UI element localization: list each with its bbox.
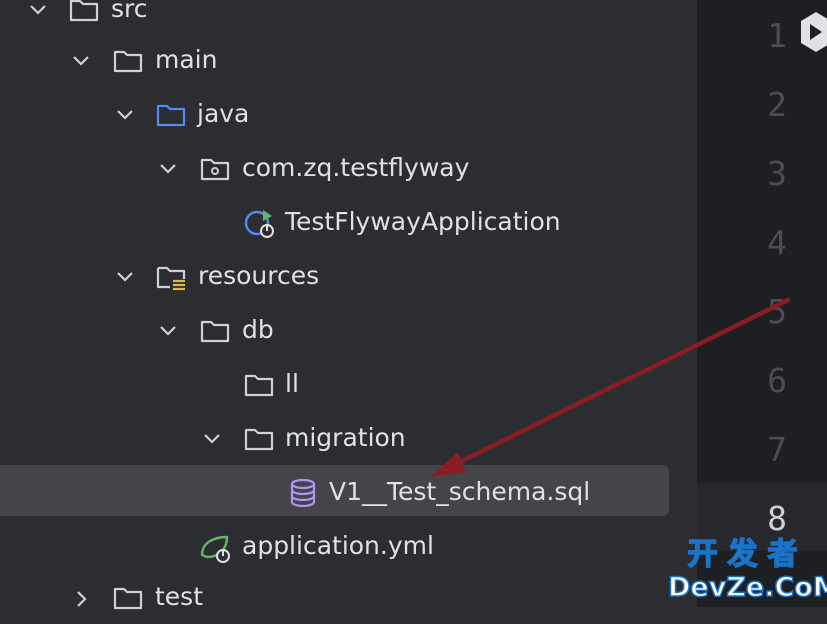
chevron-down-icon[interactable] (114, 265, 136, 287)
tree-row-java[interactable]: java (0, 87, 697, 141)
watermark-logo: 开发者 DevZe.CoM (667, 537, 827, 607)
chevron-down-icon[interactable] (201, 427, 223, 449)
tree-row-package[interactable]: com.zq.testflyway (0, 141, 697, 195)
tree-label-sql-file: V1__Test_schema.sql (329, 477, 591, 506)
spring-config-icon (200, 535, 230, 563)
line-number: 4 (767, 223, 787, 262)
package-icon (200, 158, 230, 181)
line-number-current: 8 (767, 499, 787, 538)
tree-label-app-class: TestFlywayApplication (285, 207, 561, 236)
line-number: 7 (767, 430, 787, 469)
chevron-down-icon[interactable] (157, 157, 179, 179)
chevron-down-icon[interactable] (27, 0, 49, 20)
folder-icon (244, 428, 274, 451)
project-tree-panel: src main java com.zq.testflyway TestFlyw… (0, 0, 697, 611)
watermark-bottom-text: DevZe.CoM (667, 571, 827, 604)
tree-row-test[interactable]: test (0, 570, 697, 624)
line-number: 2 (767, 85, 787, 124)
tree-row-app-class[interactable]: TestFlywayApplication (0, 195, 697, 249)
plugin-logo-icon (801, 12, 827, 52)
resources-folder-icon (156, 266, 186, 291)
folder-icon (69, 0, 99, 22)
tree-row-ll[interactable]: ll (0, 357, 697, 411)
tree-row-db[interactable]: db (0, 303, 697, 357)
tree-row-main[interactable]: main (0, 33, 697, 87)
tree-label-resources: resources (198, 261, 320, 290)
tree-row-migration[interactable]: migration (0, 411, 697, 465)
tree-row-application-yml[interactable]: application.yml (0, 519, 697, 573)
tree-row-src[interactable]: src (0, 0, 697, 36)
folder-icon (113, 587, 143, 610)
spring-boot-class-icon (244, 210, 274, 238)
line-number: 6 (767, 361, 787, 400)
tree-label-package: com.zq.testflyway (242, 153, 470, 182)
tree-row-sql-file[interactable]: V1__Test_schema.sql (0, 462, 697, 516)
tree-label-main: main (155, 45, 218, 74)
tree-label-db: db (242, 315, 274, 344)
tree-label-ll: ll (285, 369, 299, 398)
line-number: 3 (767, 154, 787, 193)
tree-label-java: java (197, 99, 250, 128)
chevron-down-icon[interactable] (70, 49, 92, 71)
tree-label-src: src (111, 0, 148, 23)
source-folder-icon (156, 104, 186, 127)
folder-icon (113, 50, 143, 73)
line-number: 5 (767, 292, 787, 331)
tree-label-test: test (155, 582, 204, 611)
chevron-down-icon[interactable] (157, 319, 179, 341)
folder-icon (200, 320, 230, 343)
folder-icon (244, 374, 274, 397)
tree-label-migration: migration (285, 423, 406, 452)
line-number: 1 (767, 16, 787, 55)
tree-row-resources[interactable]: resources (0, 249, 697, 303)
chevron-down-icon[interactable] (114, 103, 136, 125)
tree-label-application-yml: application.yml (242, 531, 434, 560)
watermark-top-text: 开发者 (687, 537, 808, 573)
database-icon (290, 478, 316, 508)
editor-gutter[interactable]: 1 2 3 4 5 6 7 8 (697, 0, 827, 607)
